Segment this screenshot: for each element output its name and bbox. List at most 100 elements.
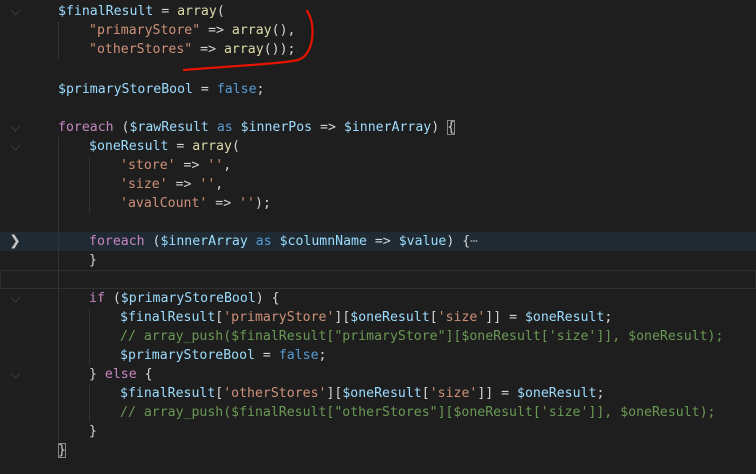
token-operator: = bbox=[168, 139, 193, 154]
fold-expanded-icon[interactable] bbox=[9, 118, 21, 137]
indent-guide bbox=[89, 175, 90, 194]
fold-expanded-icon[interactable] bbox=[9, 2, 21, 21]
token-string: '' bbox=[199, 177, 216, 192]
indent-guide bbox=[58, 289, 59, 308]
code-line-10[interactable]: 'size' => '', bbox=[0, 175, 756, 194]
code-line-16[interactable]: if ($primaryStoreBool) { bbox=[0, 289, 756, 308]
code-line-14[interactable]: } bbox=[0, 251, 756, 270]
code-line-17[interactable]: $finalResult['primaryStore'][$oneResult[… bbox=[0, 308, 756, 327]
token-semicolon: ; bbox=[318, 348, 327, 363]
code-text: 'size' => '', bbox=[120, 175, 223, 194]
token-operator: => bbox=[200, 23, 232, 38]
indent-guide bbox=[89, 346, 90, 365]
token-variable: $oneResult bbox=[517, 386, 597, 401]
indent-guide bbox=[58, 251, 59, 270]
code-line-5[interactable]: $primaryStoreBool = false; bbox=[0, 80, 756, 99]
token-paren: (), bbox=[271, 23, 296, 38]
token-semicolon: ; bbox=[596, 386, 605, 401]
token-brace: } bbox=[89, 253, 97, 268]
token-string: 'store' bbox=[120, 158, 176, 173]
token-variable: $oneResult bbox=[524, 310, 605, 325]
token-variable: $value bbox=[398, 234, 447, 249]
code-line-3[interactable]: "otherStores" => array()); bbox=[0, 40, 756, 59]
indent-guide bbox=[58, 422, 59, 441]
token-paren: ( bbox=[231, 139, 240, 154]
token-string: 'primaryStore' bbox=[223, 310, 335, 325]
code-line-23[interactable]: } bbox=[0, 422, 756, 441]
code-line-8[interactable]: $oneResult = array( bbox=[0, 137, 756, 156]
token-function: array bbox=[192, 139, 232, 154]
token-control: foreach bbox=[58, 120, 114, 135]
token-function: array bbox=[177, 4, 217, 19]
token-paren: ( bbox=[216, 4, 225, 19]
token-comma: , bbox=[215, 177, 224, 192]
fold-expanded-icon[interactable] bbox=[9, 365, 21, 384]
token-string: "otherStores" bbox=[89, 42, 193, 57]
code-line-11[interactable]: 'avalCount' => ''); bbox=[0, 194, 756, 213]
code-line-12[interactable] bbox=[0, 213, 756, 232]
code-text: $finalResult['otherStores'][$oneResult['… bbox=[120, 384, 604, 403]
code-line-24[interactable]: } bbox=[0, 441, 756, 460]
code-line-20[interactable]: } else { bbox=[0, 365, 756, 384]
code-text: $primaryStoreBool = false; bbox=[58, 80, 264, 99]
token-comment: // array_push($finalResult["otherStores"… bbox=[120, 405, 716, 420]
code-text: foreach ($innerArray as $columnName => $… bbox=[89, 232, 478, 251]
token-string: 'otherStores' bbox=[223, 386, 327, 401]
token-variable: $rawResult bbox=[129, 120, 209, 135]
code-text: "otherStores" => array()); bbox=[89, 40, 295, 59]
token-semicolon: ; bbox=[604, 310, 613, 325]
code-line-1[interactable]: $finalResult = array( bbox=[0, 2, 756, 21]
code-line-9[interactable]: 'store' => '', bbox=[0, 156, 756, 175]
code-line-21[interactable]: $finalResult['otherStores'][$oneResult['… bbox=[0, 384, 756, 403]
fold-collapsed-icon[interactable]: ❯ bbox=[9, 232, 21, 251]
code-editor[interactable]: $finalResult = array( "primaryStore" => … bbox=[0, 0, 756, 474]
token-keyword: false bbox=[278, 348, 319, 363]
token-paren: ) { bbox=[446, 234, 471, 249]
token-keyword: as bbox=[247, 234, 280, 249]
token-paren: ( bbox=[104, 291, 121, 306]
token-string: 'size' bbox=[120, 177, 168, 192]
code-line-13[interactable]: ❯ foreach ($innerArray as $columnName =>… bbox=[0, 232, 756, 251]
token-paren: ( bbox=[144, 234, 161, 249]
code-line-15[interactable] bbox=[0, 270, 756, 289]
token-variable: $primaryStoreBool bbox=[120, 291, 256, 306]
token-string: 'size' bbox=[437, 310, 486, 325]
indent-guide bbox=[89, 327, 90, 346]
fold-expanded-icon[interactable] bbox=[9, 289, 21, 308]
code-line-22[interactable]: // array_push($finalResult["otherStores"… bbox=[0, 403, 756, 422]
token-operator: = bbox=[254, 348, 279, 363]
indent-guide bbox=[89, 403, 90, 422]
token-paren: ( bbox=[113, 120, 130, 135]
token-variable: $innerArray bbox=[343, 120, 432, 135]
indent-guide bbox=[58, 40, 59, 59]
token-variable: $innerArray bbox=[160, 234, 248, 249]
token-bracket: ]] = bbox=[477, 386, 518, 401]
matched-bracket: { bbox=[447, 120, 456, 135]
code-line-7[interactable]: foreach ($rawResult as $innerPos => $inn… bbox=[0, 118, 756, 137]
fold-expanded-icon[interactable] bbox=[9, 137, 21, 156]
code-text: if ($primaryStoreBool) { bbox=[89, 289, 280, 308]
indent-guide bbox=[58, 384, 59, 403]
token-control: if bbox=[89, 291, 105, 306]
token-variable: $innerPos bbox=[240, 120, 313, 135]
token-operator: = bbox=[153, 4, 178, 19]
token-string: '' bbox=[207, 158, 224, 173]
code-text: 'avalCount' => ''); bbox=[120, 194, 271, 213]
indent-guide bbox=[58, 327, 59, 346]
token-variable: $finalResult bbox=[58, 4, 154, 19]
token-string: 'avalCount' bbox=[120, 196, 208, 211]
token-operator: => bbox=[312, 120, 344, 135]
token-operator: => bbox=[175, 158, 208, 173]
folded-region-ellipsis[interactable]: ⋯ bbox=[470, 234, 478, 249]
token-bracket: [ bbox=[421, 386, 430, 401]
token-operator: => bbox=[366, 234, 399, 249]
token-paren: ) { bbox=[255, 291, 280, 306]
token-comma: , bbox=[223, 158, 232, 173]
code-line-18[interactable]: // array_push($finalResult["primaryStore… bbox=[0, 327, 756, 346]
code-line-2[interactable]: "primaryStore" => array(), bbox=[0, 21, 756, 40]
token-function: array bbox=[231, 23, 272, 38]
token-semicolon: ; bbox=[256, 82, 265, 97]
indent-guide bbox=[58, 194, 59, 213]
token-comment: // array_push($finalResult["primaryStore… bbox=[120, 329, 724, 344]
code-line-19[interactable]: $primaryStoreBool = false; bbox=[0, 346, 756, 365]
